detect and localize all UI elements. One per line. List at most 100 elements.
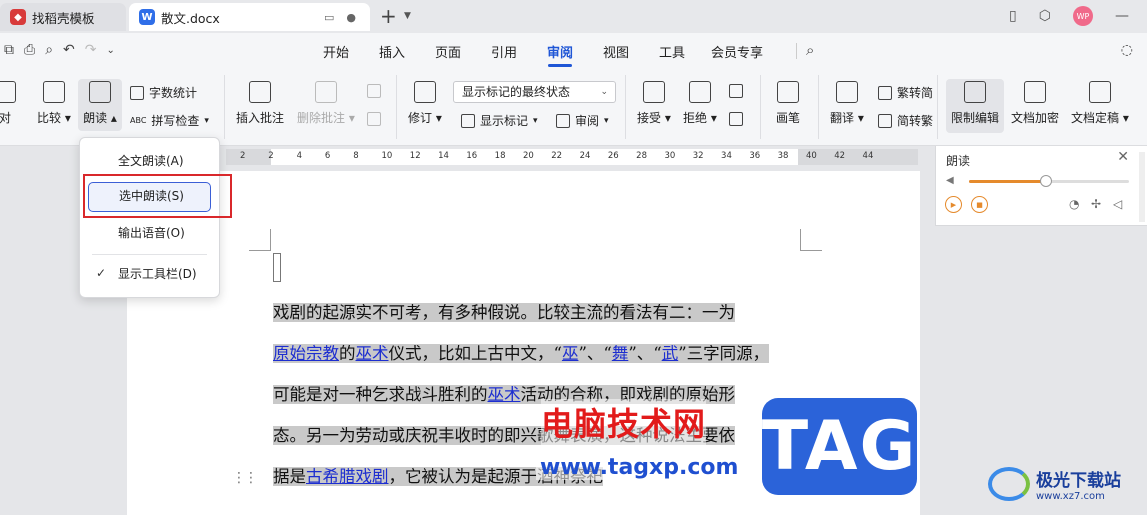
link[interactable]: 舞 [612,344,629,363]
proofread-icon [0,81,16,103]
review-pane-button[interactable]: 审阅 ▾ [556,112,609,129]
drag-handle-icon[interactable]: ⋮⋮ [232,470,258,486]
encrypt-icon [1024,81,1046,103]
pen-icon [777,81,799,103]
avatar[interactable]: WP [1073,6,1093,26]
link[interactable]: 巫 [562,344,579,363]
undo-icon[interactable]: ↶ [63,42,75,58]
stop-icon[interactable]: ■ [971,196,988,213]
traditional-to-simplified-button[interactable]: 繁转简 [878,84,933,101]
play-icon[interactable]: ▶ [945,196,962,213]
next-change-button[interactable] [729,112,743,126]
paragraph-line: 态。另一为劳动或庆祝丰收时的即兴歌舞表演，这种说法主要依 [273,426,735,445]
chevron-down-icon: ⌄ [600,87,608,97]
chevron-down-icon[interactable]: ▼ [404,11,411,21]
cube-icon[interactable]: ⬡ [1039,8,1051,24]
word-count-icon [130,85,144,100]
compare-icon [42,81,65,103]
menu-item-export-audio[interactable]: 输出语音(O) [80,220,221,246]
unsaved-dot-icon[interactable]: ● [346,11,356,24]
word-count-button[interactable]: 字数统计 [130,84,197,101]
divider [396,75,397,139]
scrollbar[interactable] [1139,152,1145,222]
simplified-to-traditional-button[interactable]: 简转繁 [878,112,933,129]
watermark-url: www.tagxp.com [536,455,743,480]
divider [937,75,938,139]
minimize-icon[interactable]: — [1115,8,1129,24]
comment-icon[interactable]: ◌ [1121,42,1133,58]
prev-change-button[interactable] [729,84,743,98]
link[interactable]: 原始宗教 [273,344,339,363]
divider [818,75,819,139]
swirl-logo-icon [988,467,1030,501]
tab-document[interactable]: W 散文.docx ▭ ● [129,3,370,31]
highlight-annotation-box [83,174,232,218]
menu-item-show-toolbar[interactable]: 显示工具栏(D) [80,261,221,287]
menu-member[interactable]: 会员专享 [700,42,774,61]
spell-check-button[interactable]: ABC 拼写检查 ▾ [130,112,209,129]
encrypt-document-button[interactable]: 文档加密 [1011,81,1059,126]
menu-reference[interactable]: 引用 [476,42,532,61]
link[interactable]: 武 [662,344,679,363]
translate-button[interactable]: 翻译 ▾ [830,81,864,126]
show-markup-button[interactable]: 显示标记 ▾ [461,112,538,129]
tone-icon[interactable]: ✢ [1091,197,1101,211]
docer-icon: ◆ [10,9,26,25]
insert-comment-button[interactable]: 插入批注 [236,81,284,126]
accept-button[interactable]: 接受 ▾ [637,81,671,126]
chevron-down-icon[interactable]: ⌄ [107,42,115,58]
menu-tools[interactable]: 工具 [644,42,700,61]
menu-page[interactable]: 页面 [420,42,476,61]
redo-icon[interactable]: ↷ [85,42,97,58]
search-icon[interactable]: ⌕ [806,41,814,59]
prev-comment-button[interactable] [367,84,381,98]
watermark-site-logo: 极光下载站 www.xz7.com [988,466,1121,502]
volume-slider[interactable] [969,175,1129,187]
paragraph-line: 原始宗教的巫术仪式，比如上古中文，“巫”、“舞”、“武”三字同源， [273,344,770,363]
compare-button[interactable]: 比较 ▾ [37,81,71,126]
prev-change-icon [729,84,743,98]
menu-insert[interactable]: 插入 [364,42,420,61]
volume-icon: ◀ [946,175,954,186]
proofread-button[interactable]: 对 [0,81,16,126]
next-comment-button[interactable] [367,112,381,126]
slider-handle[interactable] [1039,175,1052,187]
tab-label: 找稻壳模板 [32,10,95,26]
markup-mode-select[interactable]: 显示标记的最终状态 ⌄ [453,81,616,103]
delete-comment-button[interactable]: 删除批注 ▾ [297,81,355,126]
new-tab-plus-icon[interactable]: + [380,4,397,28]
tab-template[interactable]: ◆ 找稻壳模板 [0,3,126,31]
link[interactable]: 巫术 [356,344,389,363]
divider [92,254,207,255]
voice-settings-icon[interactable]: ◁ [1113,197,1122,211]
pen-button[interactable]: 画笔 [776,81,800,126]
monitor-icon[interactable]: ▭ [324,11,334,24]
reject-button[interactable]: 拒绝 ▾ [683,81,717,126]
accept-icon [642,81,665,103]
abc-check-icon: ABC [130,116,147,125]
track-changes-button[interactable]: 修订 ▾ [408,81,442,126]
print-preview-icon[interactable]: ⌕ [45,42,53,58]
menu-home[interactable]: 开始 [308,42,364,61]
convert-icon [878,85,892,100]
track-changes-icon [413,81,436,103]
title-bar: ◆ 找稻壳模板 W 散文.docx ▭ ● + ▼ ▯ ⬡ WP — [0,0,1147,33]
link[interactable]: 巫术 [488,385,521,404]
reject-icon [688,81,711,103]
speed-icon[interactable]: ◔ [1069,197,1079,211]
menu-item-read-all[interactable]: 全文朗读(A) [80,148,221,174]
print-icon[interactable]: ⎙ [24,42,35,58]
divider [625,75,626,139]
menu-view[interactable]: 视图 [588,42,644,61]
tab-label: 散文.docx [161,10,220,26]
read-aloud-button[interactable]: 朗读 ▴ [78,79,122,131]
layout-icon[interactable]: ▯ [1009,8,1017,24]
close-icon[interactable]: ✕ [1117,149,1129,165]
link[interactable]: 古希腊戏剧 [306,467,389,486]
restrict-edit-button[interactable]: 限制编辑 [946,79,1004,133]
menu-review[interactable]: 审阅 [532,42,588,67]
copy-icon[interactable]: ⧉ [4,42,14,58]
finalize-document-button[interactable]: 文档定稿 ▾ [1071,81,1129,126]
translate-icon [835,81,858,103]
divider [760,75,761,139]
